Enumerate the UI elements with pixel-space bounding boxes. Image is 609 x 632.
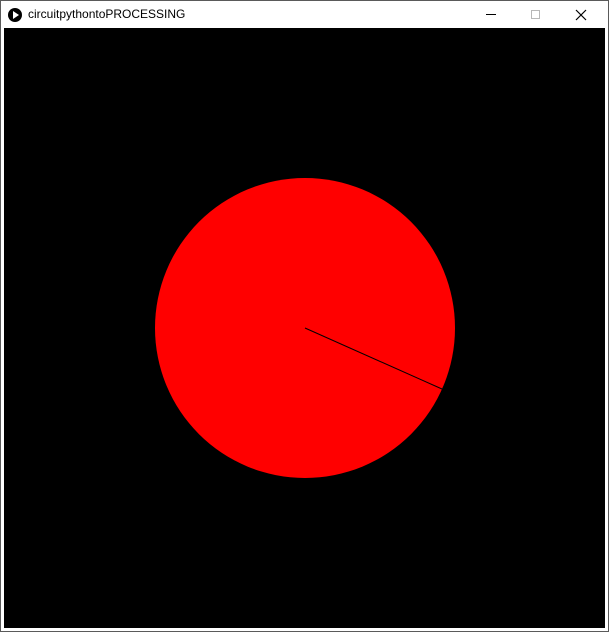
sketch-drawing: [4, 28, 605, 628]
minimize-button[interactable]: [468, 1, 514, 28]
maximize-icon: [530, 10, 540, 19]
close-icon: [575, 9, 587, 20]
close-button[interactable]: [558, 1, 604, 28]
sketch-canvas[interactable]: [4, 28, 605, 628]
title-bar[interactable]: circuitpythontoPROCESSING: [1, 1, 608, 28]
processing-app-icon: [8, 8, 22, 22]
maximize-button[interactable]: [512, 1, 558, 28]
window-title: circuitpythontoPROCESSING: [28, 7, 186, 21]
minimize-icon: [486, 14, 496, 15]
app-window: circuitpythontoPROCESSING: [0, 0, 609, 632]
